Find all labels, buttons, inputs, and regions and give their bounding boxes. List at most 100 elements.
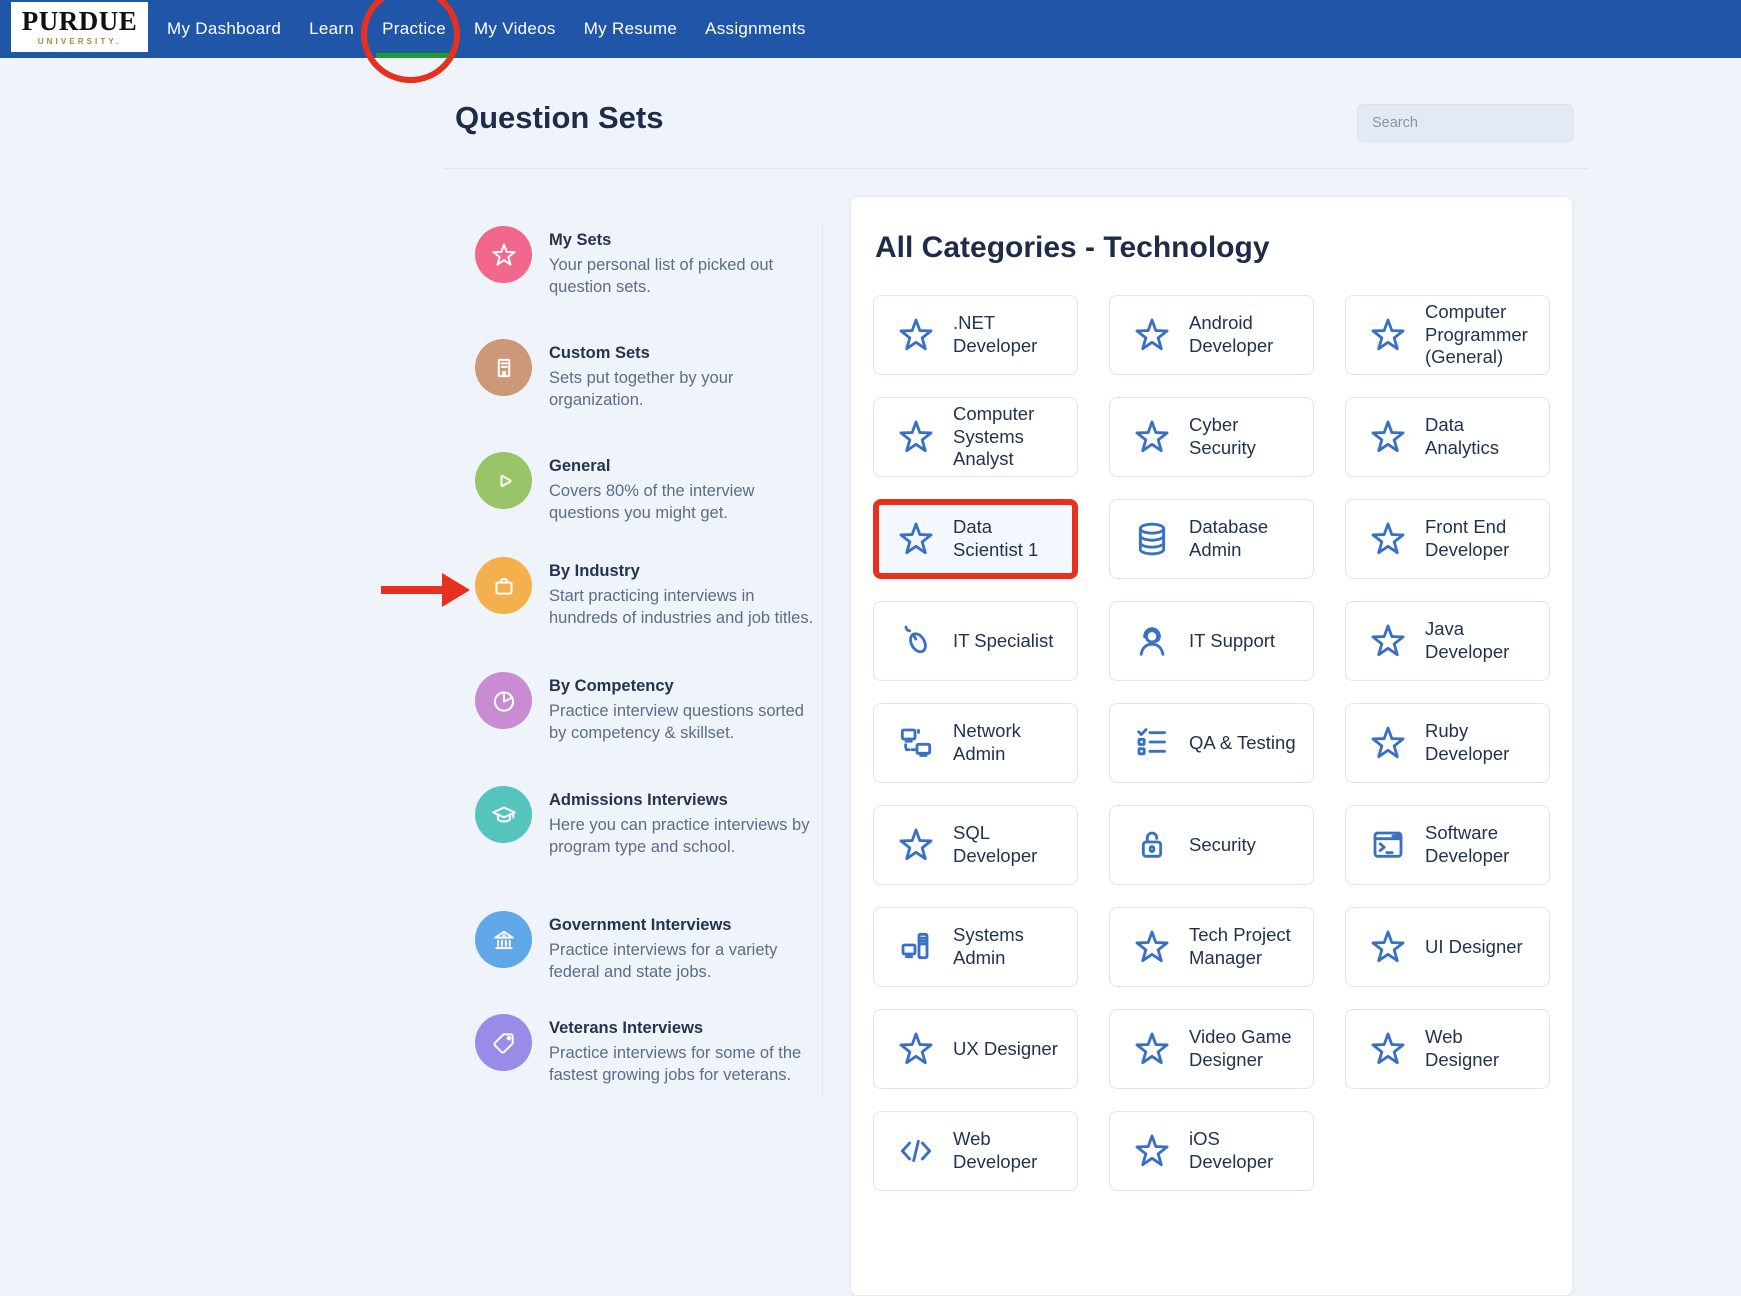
star-icon [1132, 1029, 1172, 1069]
category-card-label: .NET Developer [953, 312, 1067, 357]
category-card-computer-programmer-general[interactable]: Computer Programmer (General) [1345, 295, 1550, 375]
sidebar-item-title: By Industry [549, 562, 825, 581]
category-card-software-developer[interactable]: Software Developer [1345, 805, 1550, 885]
sidebar-item-text: Government InterviewsPractice interviews… [549, 911, 825, 983]
star-icon [1132, 417, 1172, 457]
category-card-network-admin[interactable]: Network Admin [873, 703, 1078, 783]
sidebar-item-description: Covers 80% of the interview questions yo… [549, 480, 825, 524]
sidebar-item-by-competency[interactable]: By CompetencyPractice interview question… [475, 672, 835, 744]
nav-item-label: Learn [309, 19, 354, 39]
pie-chart-icon [475, 672, 532, 729]
nav-item-label: Practice [382, 19, 446, 39]
database-icon [1132, 519, 1172, 559]
sidebar-item-custom-sets[interactable]: Custom SetsSets put together by your org… [475, 339, 835, 411]
network-icon [896, 723, 936, 763]
category-card-label: QA & Testing [1189, 732, 1296, 755]
logo-subtext: UNIVERSITY. [38, 37, 121, 46]
category-card-ui-designer[interactable]: UI Designer [1345, 907, 1550, 987]
category-card-video-game-designer[interactable]: Video Game Designer [1109, 1009, 1314, 1089]
category-card-sql-developer[interactable]: SQL Developer [873, 805, 1078, 885]
category-card-ruby-developer[interactable]: Ruby Developer [1345, 703, 1550, 783]
sidebar-item-text: GeneralCovers 80% of the interview quest… [549, 452, 825, 524]
bank-icon [475, 911, 532, 968]
category-card-computer-systems-analyst[interactable]: Computer Systems Analyst [873, 397, 1078, 477]
category-card-front-end-developer[interactable]: Front End Developer [1345, 499, 1550, 579]
category-card-database-admin[interactable]: Database Admin [1109, 499, 1314, 579]
category-card-label: Data Scientist 1 [953, 516, 1062, 561]
star-icon [896, 519, 936, 559]
sidebar-item-description: Your personal list of picked out questio… [549, 254, 825, 298]
category-card-ux-designer[interactable]: UX Designer [873, 1009, 1078, 1089]
star-icon [1368, 621, 1408, 661]
category-card-web-designer[interactable]: Web Designer [1345, 1009, 1550, 1089]
category-card-label: Data Analytics [1425, 414, 1539, 459]
category-card-java-developer[interactable]: Java Developer [1345, 601, 1550, 681]
sidebar-item-government-interviews[interactable]: Government InterviewsPractice interviews… [475, 911, 835, 983]
star-icon [896, 417, 936, 457]
star-icon [1368, 723, 1408, 763]
code-icon [896, 1131, 936, 1171]
category-card-label: Web Developer [953, 1128, 1067, 1173]
star-icon [1132, 315, 1172, 355]
star-icon [896, 825, 936, 865]
nav-item-my-videos[interactable]: My Videos [472, 0, 558, 58]
category-card-label: Computer Programmer (General) [1425, 301, 1539, 369]
sidebar-item-veterans-interviews[interactable]: Veterans Interviews Practice interviews f… [475, 1014, 835, 1086]
play-icon [475, 452, 532, 509]
sidebar-item-text: By CompetencyPractice interview question… [549, 672, 825, 744]
graduation-cap-icon [475, 786, 532, 843]
sidebar-item-text: Custom SetsSets put together by your org… [549, 339, 825, 411]
sidebar-item-title: Veterans Interviews [549, 1019, 825, 1038]
star-icon [475, 226, 532, 283]
nav-item-assignments[interactable]: Assignments [703, 0, 808, 58]
sidebar-item-title: By Competency [549, 677, 825, 696]
nav-item-my-resume[interactable]: My Resume [582, 0, 679, 58]
star-icon [1368, 417, 1408, 457]
purdue-logo[interactable]: PURDUE UNIVERSITY. [11, 2, 148, 52]
category-card-net-developer[interactable]: .NET Developer [873, 295, 1078, 375]
nav-item-learn[interactable]: Learn [307, 0, 356, 58]
nav-item-practice[interactable]: Practice [380, 0, 448, 58]
lock-icon [1132, 825, 1172, 865]
category-card-label: Security [1189, 834, 1256, 857]
star-icon [1368, 315, 1408, 355]
category-card-label: IT Support [1189, 630, 1275, 653]
category-card-label: Software Developer [1425, 822, 1539, 867]
support-person-icon [1132, 621, 1172, 661]
star-icon [896, 1029, 936, 1069]
sidebar-divider [822, 222, 823, 1098]
category-card-data-scientist-1[interactable]: Data Scientist 1 [873, 499, 1078, 579]
sidebar-item-text: Veterans Interviews Practice interviews f… [549, 1014, 825, 1086]
category-card-tech-project-manager[interactable]: Tech Project Manager [1109, 907, 1314, 987]
sidebar-item-general[interactable]: GeneralCovers 80% of the interview quest… [475, 452, 835, 524]
category-card-cyber-security[interactable]: Cyber Security [1109, 397, 1314, 477]
star-icon [1368, 927, 1408, 967]
category-card-it-support[interactable]: IT Support [1109, 601, 1314, 681]
sidebar-item-by-industry[interactable]: By IndustryStart practicing interviews i… [475, 557, 835, 629]
nav-item-label: Assignments [705, 19, 806, 39]
sidebar-item-description: Practice interviews for some of the fast… [549, 1042, 825, 1086]
category-grid: .NET Developer Android Developer Computer … [873, 295, 1550, 1191]
category-card-label: Systems Admin [953, 924, 1067, 969]
category-card-label: IT Specialist [953, 630, 1053, 653]
search-input[interactable] [1357, 104, 1574, 142]
sidebar-item-description: Here you can practice interviews by prog… [549, 814, 825, 858]
category-card-it-specialist[interactable]: IT Specialist [873, 601, 1078, 681]
category-card-ios-developer[interactable]: iOS Developer [1109, 1111, 1314, 1191]
category-card-label: Java Developer [1425, 618, 1539, 663]
sidebar-item-admissions-interviews[interactable]: Admissions InterviewsHere you can practi… [475, 786, 835, 858]
category-card-security[interactable]: Security [1109, 805, 1314, 885]
sidebar-item-text: My SetsYour personal list of picked out … [549, 226, 825, 298]
category-card-android-developer[interactable]: Android Developer [1109, 295, 1314, 375]
sidebar-item-my-sets[interactable]: My SetsYour personal list of picked out … [475, 226, 835, 298]
red-arrow-icon [378, 566, 480, 614]
nav-item-label: My Resume [584, 19, 677, 39]
nav-item-my-dashboard[interactable]: My Dashboard [165, 0, 283, 58]
category-card-web-developer[interactable]: Web Developer [873, 1111, 1078, 1191]
annotation-arrow-by-industry [378, 566, 480, 614]
category-card-systems-admin[interactable]: Systems Admin [873, 907, 1078, 987]
category-card-label: Web Designer [1425, 1026, 1539, 1071]
terminal-window-icon [1368, 825, 1408, 865]
category-card-data-analytics[interactable]: Data Analytics [1345, 397, 1550, 477]
category-card-qa-testing[interactable]: QA & Testing [1109, 703, 1314, 783]
